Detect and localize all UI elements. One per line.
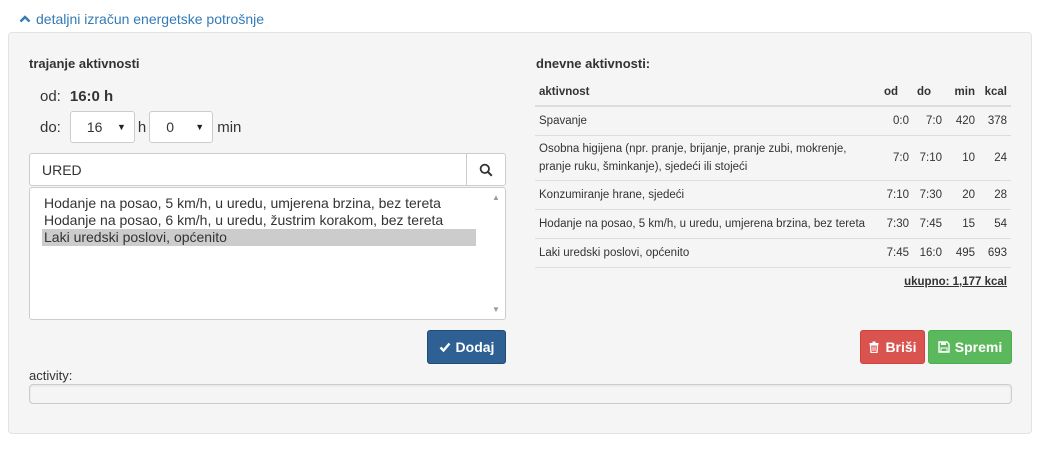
activity-search — [29, 153, 506, 186]
activity-options: Hodanje na posao, 5 km/h, u uredu, umjer… — [42, 195, 476, 246]
table-header-row: aktivnost od do min kcal — [535, 79, 1011, 107]
to-cell: 16:0 — [913, 238, 946, 268]
chevron-up-icon — [19, 15, 31, 23]
column-header-kcal: kcal — [979, 79, 1011, 107]
floppy-icon — [938, 341, 950, 353]
add-button[interactable]: Dodaj — [427, 330, 506, 364]
search-icon — [479, 163, 493, 177]
activity-listbox[interactable]: Hodanje na posao, 5 km/h, u uredu, umjer… — [29, 187, 506, 320]
min-cell: 20 — [946, 180, 979, 210]
to-label: do: — [40, 118, 61, 136]
activity-cell: Hodanje na posao, 5 km/h, u uredu, umjer… — [535, 209, 880, 239]
to-row: do: 16 ▼ h 0 ▼ min — [40, 111, 241, 143]
kcal-cell: 54 — [979, 209, 1011, 239]
column-header-min: min — [946, 79, 979, 107]
kcal-cell: 28 — [979, 180, 1011, 210]
table-row[interactable]: Spavanje 0:0 7:0 420 378 — [535, 106, 1011, 136]
from-cell: 0:0 — [880, 106, 913, 136]
activity-cell: Osobna higijena (npr. pranje, brijanje, … — [535, 135, 880, 181]
min-cell: 10 — [946, 135, 979, 181]
to-cell: 7:30 — [913, 180, 946, 210]
from-row: od: 16:0 h — [40, 88, 113, 105]
hour-select[interactable]: 16 ▼ — [69, 111, 135, 143]
activity-cell: Laki uredski poslovi, općenito — [535, 238, 880, 268]
column-header-from: od — [880, 79, 913, 107]
column-header-to: do — [913, 79, 946, 107]
min-cell: 420 — [946, 106, 979, 136]
list-option[interactable]: Hodanje na posao, 5 km/h, u uredu, umjer… — [42, 195, 476, 212]
delete-button-label: Briši — [885, 339, 917, 355]
from-cell: 7:30 — [880, 209, 913, 239]
minute-select-value: 0 — [166, 119, 174, 135]
activity-label: activity: — [29, 368, 73, 383]
kcal-cell: 24 — [979, 135, 1011, 181]
column-header-activity: aktivnost — [535, 79, 880, 107]
list-option[interactable]: Hodanje na posao, 6 km/h, u uredu, žustr… — [42, 212, 476, 229]
to-cell: 7:0 — [913, 106, 946, 136]
hour-select-value: 16 — [86, 119, 103, 135]
from-value: 16:0 h — [69, 88, 114, 105]
minute-select[interactable]: 0 ▼ — [149, 111, 214, 143]
add-button-label: Dodaj — [455, 339, 495, 355]
scroll-down-icon[interactable]: ▼ — [492, 305, 500, 314]
minute-unit: min — [217, 118, 242, 136]
table-row[interactable]: Osobna higijena (npr. pranje, brijanje, … — [535, 135, 1011, 181]
toggle-details-link[interactable]: detaljni izračun energetske potrošnje — [19, 11, 264, 27]
hour-unit: h — [137, 118, 147, 136]
min-cell: 495 — [946, 238, 979, 268]
duration-title: trajanje aktivnosti — [29, 56, 140, 71]
caret-down-icon: ▼ — [116, 122, 126, 132]
table-row[interactable]: Hodanje na posao, 5 km/h, u uredu, umjer… — [535, 209, 1011, 239]
trash-icon — [869, 341, 879, 353]
activity-cell: Konzumiranje hrane, sjedeći — [535, 180, 880, 210]
daily-activities-table: aktivnost od do min kcal Spavanje 0:0 7:0 4… — [535, 79, 1011, 296]
save-button[interactable]: Spremi — [928, 330, 1012, 364]
caret-down-icon: ▼ — [195, 122, 205, 132]
listbox-scrollbar[interactable]: ▲ ▼ — [488, 188, 505, 319]
from-cell: 7:45 — [880, 238, 913, 268]
delete-button[interactable]: Briši — [860, 330, 925, 364]
activity-cell: Spavanje — [535, 106, 880, 136]
min-cell: 15 — [946, 209, 979, 239]
activity-progress — [29, 384, 1012, 404]
from-cell: 7:0 — [880, 135, 913, 181]
kcal-cell: 693 — [979, 238, 1011, 268]
daily-activities-title: dnevne aktivnosti: — [536, 56, 651, 71]
total-kcal: ukupno: 1,177 kcal — [904, 276, 1007, 288]
from-label: od: — [40, 88, 61, 105]
table-row[interactable]: Laki uredski poslovi, općenito 7:45 16:0 49… — [535, 238, 1011, 268]
to-cell: 7:10 — [913, 135, 946, 181]
search-input[interactable] — [29, 153, 466, 186]
check-icon — [439, 342, 450, 353]
from-cell: 7:10 — [880, 180, 913, 210]
list-option[interactable]: Laki uredski poslovi, općenito — [42, 229, 476, 246]
save-button-label: Spremi — [954, 339, 1003, 355]
toggle-details-label: detaljni izračun energetske potrošnje — [36, 11, 265, 27]
kcal-cell: 378 — [979, 106, 1011, 136]
table-row[interactable]: Konzumiranje hrane, sjedeći 7:10 7:30 20 28 — [535, 180, 1011, 210]
search-button[interactable] — [466, 153, 506, 186]
scroll-up-icon[interactable]: ▲ — [492, 193, 500, 202]
to-cell: 7:45 — [913, 209, 946, 239]
